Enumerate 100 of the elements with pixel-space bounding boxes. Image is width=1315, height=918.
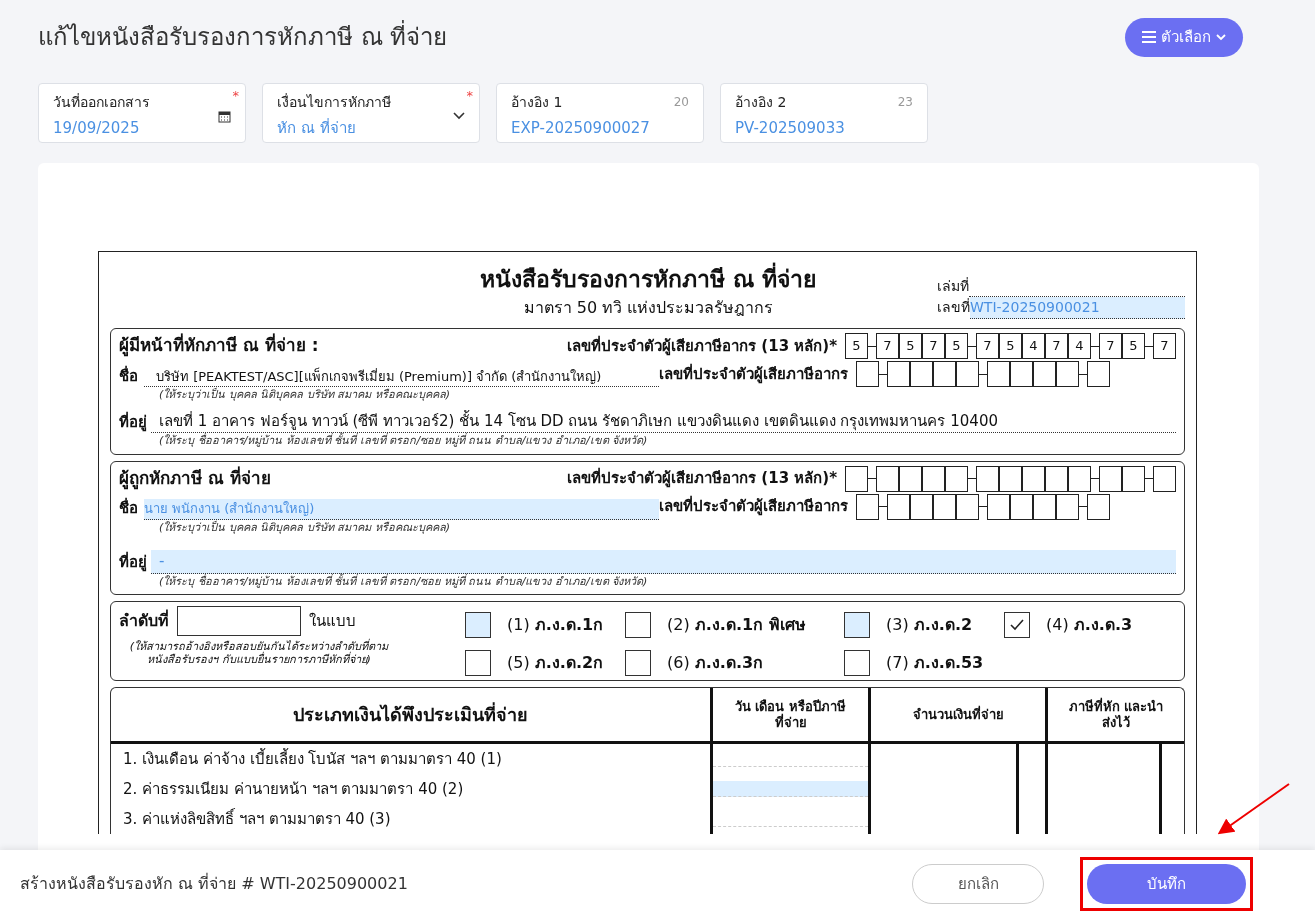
field-label: อ้างอิง 1 — [511, 92, 563, 112]
character-counter: 20 — [673, 93, 689, 111]
digit-box[interactable]: 5 — [999, 333, 1022, 359]
checkbox-label: (1) ภ.ง.ด.1ก — [507, 614, 604, 636]
checkbox[interactable] — [844, 612, 870, 638]
digit-box[interactable] — [910, 361, 933, 387]
digit-box[interactable] — [1033, 361, 1056, 387]
book-label: เล่มที่ — [937, 276, 969, 296]
digit-box[interactable] — [1087, 493, 1110, 520]
hint-text: (ให้ระบุ ชื่ออาคาร/หมู่บ้าน ห้องเลขที่ ชั้นที่ เลขที่ ตรอก/ซอย หมู่ที่ ถนน ตำบล/แขวง อำเภอ/เขต จังหวัด) — [159, 573, 649, 590]
digit-box[interactable] — [910, 493, 933, 520]
digit-box[interactable]: 5 — [945, 333, 968, 359]
row-label: 2. ค่าธรรมเนียม ค่านายหน้า ฯลฯ ตามมาตรา 40 (2) — [122, 778, 465, 800]
digit-box[interactable]: 7 — [976, 333, 999, 359]
checkbox[interactable] — [625, 612, 651, 638]
digit-box[interactable] — [956, 361, 979, 387]
digit-box[interactable]: 7 — [876, 333, 899, 359]
digit-box[interactable] — [856, 493, 879, 520]
column-header: ภาษีที่หัก และนำส่งไว้ — [1045, 688, 1184, 744]
name-field[interactable]: บริษัท [PEAKTEST/ASC][แพ็กเกจพรีเมี่ยม (Premium)] จำกัด (สำนักงานใหญ่) — [144, 366, 659, 387]
digit-box[interactable] — [1122, 465, 1145, 492]
checkbox[interactable] — [625, 650, 651, 676]
menu-icon — [1141, 29, 1157, 46]
branch-id-label: เลขที่ประจำตัวผู้เสียภาษีอากร — [659, 495, 848, 518]
column-header: ประเภทเงินได้พึงประเมินที่จ่าย — [111, 688, 710, 744]
form-subtitle: มาตรา 50 ทวิ แห่งประมวลรัษฎากร — [522, 297, 775, 319]
digit-box[interactable] — [856, 361, 879, 387]
digit-box[interactable] — [887, 361, 910, 387]
digit-box[interactable] — [976, 465, 999, 492]
digit-box[interactable] — [1056, 493, 1079, 520]
digit-box[interactable]: 5 — [845, 333, 868, 359]
digit-box[interactable]: 7 — [922, 333, 945, 359]
digit-box[interactable] — [1056, 361, 1079, 387]
digit-box[interactable] — [1099, 465, 1122, 492]
digit-box[interactable] — [1068, 465, 1091, 492]
digit-box[interactable] — [1087, 361, 1110, 387]
digit-box[interactable] — [945, 465, 968, 492]
digit-box[interactable]: 7 — [1045, 333, 1068, 359]
checkbox[interactable] — [1004, 612, 1030, 638]
digit-box[interactable] — [899, 465, 922, 492]
field-label: เงื่อนไขการหักภาษี — [277, 92, 391, 112]
digit-box[interactable] — [1010, 361, 1033, 387]
address-label: ที่อยู่ — [119, 551, 147, 574]
digit-box[interactable] — [1022, 465, 1045, 492]
checkbox[interactable] — [844, 650, 870, 676]
hint-text: (ให้ระบุ ชื่ออาคาร/หมู่บ้าน ห้องเลขที่ ชั้นที่ เลขที่ ตรอก/ซอย หมู่ที่ ถนน ตำบล/แขวง อำเภอ/เขต จังหวัด) — [159, 433, 649, 449]
checkbox-label: (7) ภ.ง.ด.53 — [886, 652, 984, 674]
name-label: ชื่อ — [119, 497, 138, 519]
digit-box[interactable]: 4 — [1068, 333, 1091, 359]
tax-id-label: เลขที่ประจำตัวผู้เสียภาษีอากร (13 หลัก)* — [567, 334, 837, 358]
column-header: วัน เดือน หรือปีภาษี ที่จ่าย — [710, 688, 868, 744]
digit-box[interactable] — [933, 361, 956, 387]
digit-box[interactable]: 4 — [1022, 333, 1045, 359]
column-header: จำนวนเงินที่จ่าย — [868, 688, 1045, 744]
chevron-icon — [453, 109, 465, 122]
sequence-label: ลำดับที่ — [119, 609, 169, 632]
digit-box[interactable] — [956, 493, 979, 520]
checkbox[interactable] — [465, 612, 491, 638]
save-button[interactable]: บันทึก — [1087, 864, 1246, 904]
input-field[interactable]: วันที่ออกเอกสาร 19/09/2025 * — [38, 82, 246, 143]
cancel-button[interactable]: ยกเลิก — [912, 864, 1044, 904]
number-label: เลขที่ — [937, 297, 970, 317]
tax-id-label: เลขที่ประจำตัวผู้เสียภาษีอากร (13 หลัก)* — [567, 467, 837, 490]
digit-box[interactable] — [876, 465, 899, 492]
digit-box[interactable] — [1153, 465, 1176, 492]
row-label: 1. เงินเดือน ค่าจ้าง เบี้ยเลี้ยง โบนัส ฯลฯ ตามมาตรา 40 (1) — [122, 747, 503, 770]
hint-text: (ให้ระบุว่าเป็น บุคคล นิติบุคคล บริษัท สมาคม หรือคณะบุคคล) — [159, 519, 452, 536]
digit-box[interactable]: 5 — [1122, 333, 1145, 359]
digit-box[interactable] — [1045, 465, 1068, 492]
digit-box[interactable] — [933, 493, 956, 520]
field-value: EXP-20250900027 — [511, 117, 651, 139]
digit-box[interactable] — [887, 493, 910, 520]
form-title: หนังสือรับรองการหักภาษี ณ ที่จ่าย — [360, 261, 937, 296]
digit-box[interactable] — [1033, 493, 1056, 520]
input-field[interactable]: อ้างอิง 2 PV-202509033 23 — [720, 82, 928, 143]
checkbox-label: (2) ภ.ง.ด.1ก พิเศษ — [667, 614, 806, 636]
digit-box[interactable] — [845, 465, 868, 492]
date-cell[interactable] — [713, 781, 868, 797]
digit-box[interactable] — [987, 361, 1010, 387]
digit-box[interactable]: 7 — [1153, 333, 1176, 359]
digit-box[interactable]: 5 — [899, 333, 922, 359]
digit-box[interactable] — [987, 493, 1010, 520]
checkbox-label: (4) ภ.ง.ด.3 — [1046, 614, 1133, 636]
address-label: ที่อยู่ — [119, 410, 147, 433]
section-heading: ผู้ถูกหักภาษี ณ ที่จ่าย — [119, 465, 271, 492]
digit-box[interactable] — [922, 465, 945, 492]
select-field[interactable]: เงื่อนไขการหักภาษี หัก ณ ที่จ่าย * — [262, 82, 480, 143]
checkbox[interactable] — [465, 650, 491, 676]
input-field[interactable]: อ้างอิง 1 EXP-20250900027 20 — [496, 82, 704, 143]
page-title: แก้ไขหนังสือรับรองการหักภาษี ณ ที่จ่าย — [38, 22, 448, 52]
form-label: ในแบบ — [309, 610, 356, 632]
options-button[interactable]: ตัวเลือก — [1125, 18, 1243, 57]
address-field[interactable]: เลขที่ 1 อาคาร ฟอร์จูน ทาวน์ (ซีพี ทาวเวอร์2) ชั้น 14 โซน DD ถนน รัชดาภิเษก แขวงดินแดง เขตดินแดง กรุงเทพมหานคร 10400 — [151, 409, 1176, 433]
name-label: ชื่อ — [119, 364, 138, 387]
digit-box[interactable]: 7 — [1099, 333, 1122, 359]
digit-box[interactable] — [1010, 493, 1033, 520]
field-value: PV-202509033 — [735, 117, 846, 139]
character-counter: 23 — [897, 93, 913, 111]
sequence-field[interactable] — [177, 606, 301, 636]
digit-box[interactable] — [999, 465, 1022, 492]
